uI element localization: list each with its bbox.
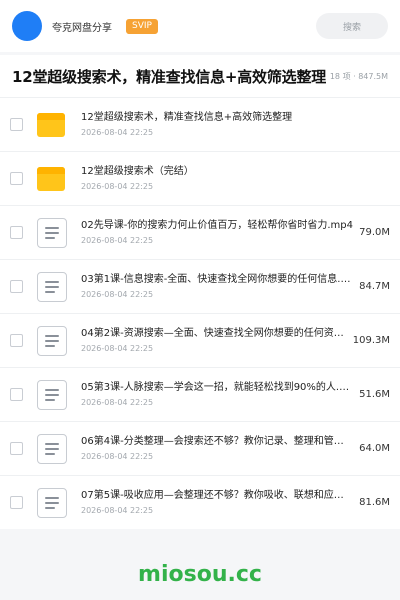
file-size: 51.6M bbox=[359, 389, 390, 400]
list-item[interactable]: 12堂超级搜索术（完结） 2026-08-04 22:25 bbox=[0, 151, 400, 205]
file-name: 06第4课-分类整理—会搜索还不够？教你记录、整理和管理.mp4 bbox=[81, 436, 354, 447]
file-date: 2026-08-04 22:25 bbox=[81, 344, 154, 353]
file-size: 79.0M bbox=[359, 227, 390, 238]
list-item[interactable]: 06第4课-分类整理—会搜索还不够？教你记录、整理和管理.mp4 2026-08… bbox=[0, 421, 400, 475]
document-icon bbox=[37, 271, 67, 302]
file-name: 02先导课-你的搜索力何止价值百万，轻松帮你省时省力.mp4 bbox=[81, 220, 353, 231]
file-date: 2026-08-04 22:25 bbox=[81, 398, 154, 407]
file-date: 2026-08-04 22:25 bbox=[81, 506, 154, 515]
file-size: 81.6M bbox=[359, 497, 390, 508]
list-item[interactable]: 02先导课-你的搜索力何止价值百万，轻松帮你省时省力.mp4 2026-08-0… bbox=[0, 205, 400, 259]
select-checkbox[interactable] bbox=[10, 118, 23, 131]
document-icon bbox=[37, 433, 67, 464]
list-item[interactable]: 03第1课-信息搜索-全面、快速查找全网你想要的任何信息.mp4 2026-08… bbox=[0, 259, 400, 313]
avatar[interactable] bbox=[12, 11, 42, 41]
select-checkbox[interactable] bbox=[10, 388, 23, 401]
file-date: 2026-08-04 22:25 bbox=[81, 290, 154, 299]
document-icon bbox=[37, 379, 67, 410]
search-input[interactable]: 搜索 bbox=[316, 13, 388, 39]
folder-icon bbox=[37, 110, 67, 140]
select-checkbox[interactable] bbox=[10, 334, 23, 347]
search-placeholder: 搜索 bbox=[342, 22, 361, 33]
select-checkbox[interactable] bbox=[10, 496, 23, 509]
file-name: 12堂超级搜索术（完结） bbox=[81, 166, 194, 177]
file-date: 2026-08-04 22:25 bbox=[81, 128, 154, 137]
list-item[interactable]: 05第3课-人脉搜索—学会这一招，就能轻松找到90%的人.mp4 2026-08… bbox=[0, 367, 400, 421]
file-name: 12堂超级搜索术，精准查找信息+高效筛选整理 bbox=[81, 112, 293, 123]
folder-icon bbox=[37, 164, 67, 194]
file-list: 12堂超级搜索术，精准查找信息+高效筛选整理 2026-08-04 22:25 … bbox=[0, 97, 400, 529]
list-item[interactable]: 04第2课-资源搜索—全面、快速查找全网你想要的任何资源.mp4 2026-08… bbox=[0, 313, 400, 367]
watermark: miosou.cc bbox=[138, 562, 262, 587]
file-date: 2026-08-04 22:25 bbox=[81, 452, 154, 461]
file-size: 64.0M bbox=[359, 443, 390, 454]
svip-badge: SVIP bbox=[126, 18, 158, 34]
document-icon bbox=[37, 487, 67, 518]
file-name: 04第2课-资源搜索—全面、快速查找全网你想要的任何资源.mp4 bbox=[81, 328, 347, 339]
file-date: 2026-08-04 22:25 bbox=[81, 236, 154, 245]
share-meta: 18 项 · 847.5M bbox=[329, 71, 388, 81]
page-title: 12堂超级搜索术，精准查找信息+高效筛选整理 bbox=[12, 67, 326, 86]
file-size: 84.7M bbox=[359, 281, 390, 292]
share-title-bar: 12堂超级搜索术，精准查找信息+高效筛选整理 18 项 · 847.5M bbox=[0, 55, 400, 97]
select-checkbox[interactable] bbox=[10, 280, 23, 293]
file-name: 03第1课-信息搜索-全面、快速查找全网你想要的任何信息.mp4 bbox=[81, 274, 354, 285]
file-size: 109.3M bbox=[352, 335, 390, 346]
file-name: 07第5课-吸收应用—会整理还不够？教你吸收、联想和应用.mp4 bbox=[81, 490, 354, 501]
select-checkbox[interactable] bbox=[10, 226, 23, 239]
share-owner-name: 夸克网盘分享 bbox=[52, 22, 112, 34]
document-icon bbox=[37, 217, 67, 248]
file-date: 2026-08-04 22:25 bbox=[81, 182, 154, 191]
select-checkbox[interactable] bbox=[10, 172, 23, 185]
file-name: 05第3课-人脉搜索—学会这一招，就能轻松找到90%的人.mp4 bbox=[81, 382, 354, 393]
list-item[interactable]: 12堂超级搜索术，精准查找信息+高效筛选整理 2026-08-04 22:25 bbox=[0, 97, 400, 151]
document-icon bbox=[37, 325, 67, 356]
select-checkbox[interactable] bbox=[10, 442, 23, 455]
list-item[interactable]: 07第5课-吸收应用—会整理还不够？教你吸收、联想和应用.mp4 2026-08… bbox=[0, 475, 400, 529]
top-bar: 夸克网盘分享 SVIP 搜索 bbox=[0, 0, 400, 52]
